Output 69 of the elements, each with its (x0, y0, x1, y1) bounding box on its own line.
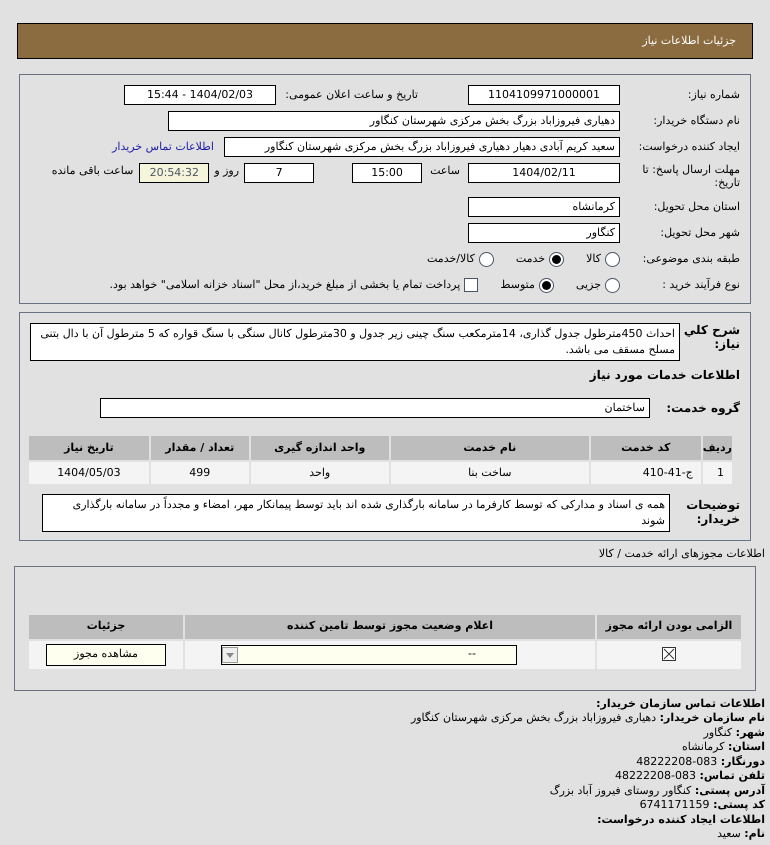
table-cell: ج-41-410 (590, 461, 702, 485)
field-label: استان محل تحویل: (652, 198, 740, 215)
description-box: احداث 450مترطول جدول گذاری، 14مترمکعب سنگ چینی زیر جدول و 30مترطول کانال سنگی با سنگ قواره که 5 مترطول آن با دال بتنی مسلح مسقف می باشد. (30, 323, 680, 361)
contact-line: استان: کرمانشاه (680, 740, 765, 754)
field-label: نام دستگاه خریدار: (652, 112, 740, 129)
view-license-button[interactable]: مشاهده مجوز (46, 644, 166, 666)
checkbox-label: پرداخت تمام یا بخشی از مبلغ خرید،از محل "اسناد خزانه اسلامی" خواهد بود. (110, 276, 460, 293)
field-label: طبقه بندی موضوعی: (642, 250, 740, 267)
text-field[interactable]: کنگاور (468, 223, 620, 243)
contact-heading: اطلاعات تماس سازمان خریدار: (595, 696, 765, 711)
text-field[interactable]: 1404/02/03 - 15:44 (124, 85, 276, 105)
radio-button[interactable] (605, 278, 620, 292)
field-label: شهر محل تحویل: (659, 224, 740, 241)
radio-label: کالا/خدمت (427, 250, 475, 267)
field-label: مهلت ارسال پاسخ: تا تاریخ: (641, 163, 740, 189)
field-label: نوع فرآیند خرید : (661, 276, 740, 293)
radio-label: خدمت (516, 250, 546, 267)
buyer-contact-link[interactable]: اطلاعات تماس خریدار (112, 138, 214, 156)
text-field[interactable]: 1104109971000001 (468, 85, 620, 105)
field-label: روز و (214, 163, 240, 179)
section-title: اطلاعات مجوزهای ارائه خدمت / کالا (598, 546, 765, 562)
text-field[interactable]: 15:00 (352, 163, 422, 183)
contact-heading: اطلاعات ایجاد کننده درخواست: (596, 812, 765, 827)
contact-line: نام: سعید (716, 827, 765, 842)
text-field[interactable]: ساختمان (100, 398, 650, 418)
page-title: جزئیات اطلاعات نیاز (642, 32, 736, 49)
column-header: ردیف (702, 435, 733, 461)
column-header: اعلام وضعیت مجوز توسط تامین کننده (184, 614, 596, 640)
caret-icon (222, 646, 238, 662)
text-field[interactable]: دهیاری فیروزاباد بزرگ بخش مرکزی شهرستان کنگاور (168, 111, 620, 131)
section-title: اطلاعات خدمات مورد نیاز (588, 367, 740, 384)
field-label: گروه خدمت: (665, 400, 740, 417)
status-dropdown[interactable]: -- (221, 644, 517, 664)
text-field[interactable]: 1404/02/11 (468, 163, 620, 183)
radio-button[interactable] (538, 278, 554, 292)
contact-line: نام سازمان خریدار: دهیاری فیروزاباد بزرگ بخش مرکزی شهرستان کنگاور (410, 711, 765, 726)
text-field[interactable]: سعید کریم آبادی دهیار دهیاری فیروزاباد بزرگ بخش مرکزی شهرستان کنگاور (224, 137, 620, 157)
contact-line: شهر: کنگاور (702, 726, 765, 740)
field-label: ساعت باقی مانده (52, 163, 134, 179)
column-header: جزئیات (28, 614, 184, 640)
column-header: کد خدمت (590, 435, 702, 461)
checkbox[interactable] (464, 278, 478, 292)
radio-button[interactable] (605, 252, 620, 266)
table-cell: 499 (150, 461, 250, 485)
field-label: ساعت (430, 163, 460, 179)
field-label: شماره نیاز: (686, 86, 740, 103)
radio-label: جزیی (576, 276, 601, 293)
text-field[interactable]: 7 (244, 163, 314, 183)
column-header: واحد اندازه گیری (250, 435, 390, 461)
countdown-field[interactable]: 20:54:32 (139, 163, 210, 183)
checkbox[interactable] (662, 647, 676, 662)
radio-label: متوسط (500, 276, 535, 293)
column-header: الزامی بودن ارائه مجوز (596, 614, 742, 640)
notes-box: همه ی اسناد و مدارکی که توسط کارفرما در سامانه بارگذاری شده اند باید توسط پیمانکار مهر، امضاء و مجدداً در سامانه بارگذاری شوند (42, 494, 670, 532)
field-label: توضیحات خریدار: (685, 497, 740, 526)
column-header: تاریخ نیاز (28, 435, 150, 461)
field-label: ایجاد کننده درخواست: (638, 138, 740, 155)
table-cell: 1404/05/03 (28, 461, 150, 485)
field-label: شرح کلي نیاز: (682, 323, 740, 351)
radio-label: کالا (586, 250, 601, 267)
column-header: نام خدمت (390, 435, 590, 461)
radio-button[interactable] (478, 252, 494, 266)
table-cell: ساخت بنا (390, 461, 590, 485)
radio-button[interactable] (549, 252, 564, 266)
field-label: تاریخ و ساعت اعلان عمومی: (284, 86, 418, 103)
table-cell: واحد (250, 461, 390, 485)
text-field[interactable]: کرمانشاه (468, 197, 620, 217)
contact-line: آدرس پستی: کنگاور روستای فیروز آباد بزرگ (548, 784, 765, 798)
table-cell: 1 (702, 461, 733, 485)
